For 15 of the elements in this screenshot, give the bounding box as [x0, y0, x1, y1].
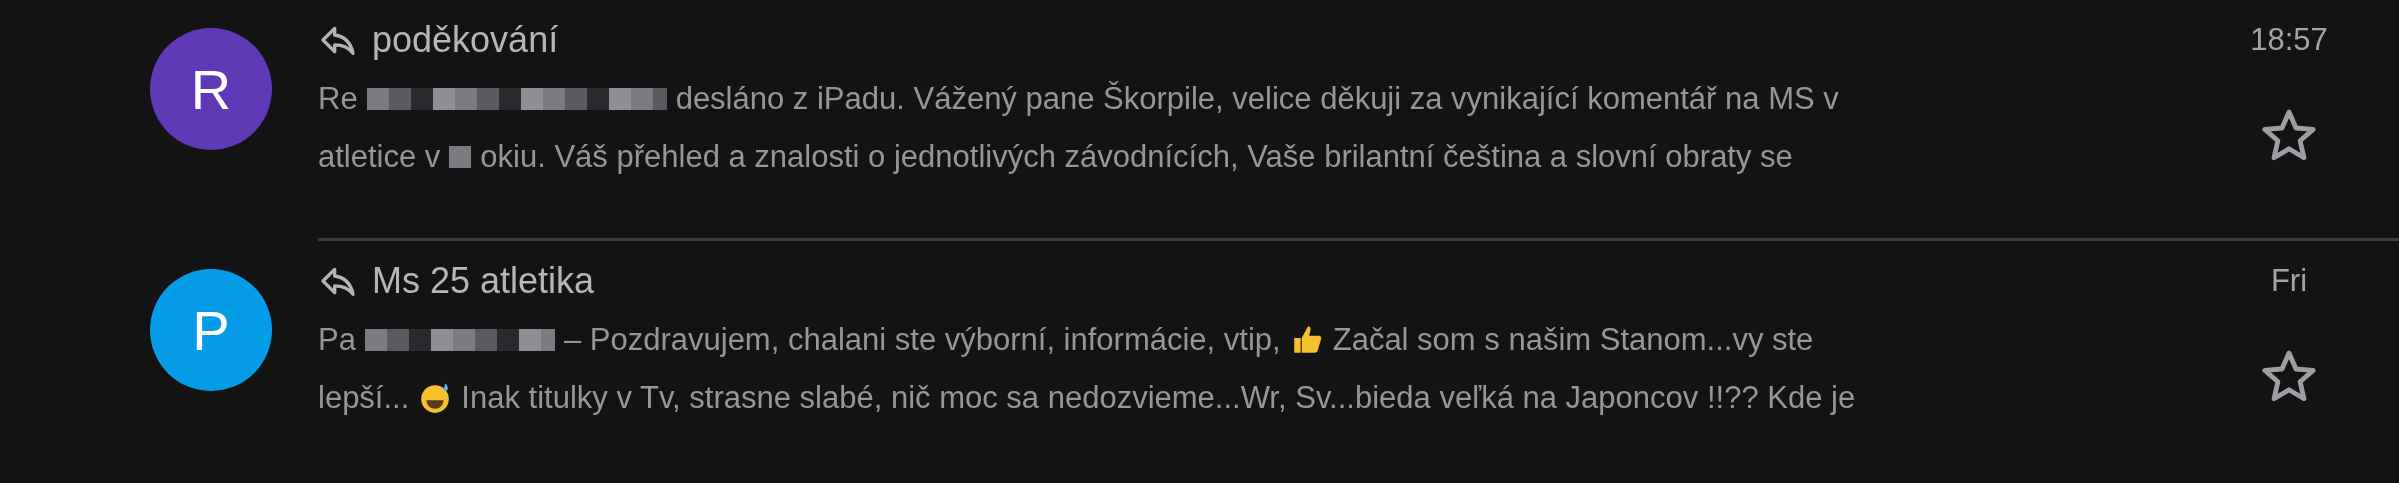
- snippet-text: okiu. Váš přehled a znalosti o jednotlivých závodnících, Vaše brilantní čeština a slovní obraty se: [480, 139, 1793, 175]
- snippet-text: – Pozdravujem, chalani ste výborní, informácie, vtip,: [563, 322, 1281, 358]
- snippet-text: Začal som s našim Stanom...vy ste: [1332, 322, 1814, 358]
- snippet-text: Re: [318, 81, 358, 117]
- snippet-text: Pa: [318, 322, 356, 358]
- snippet-text: Inak titulky v Tv, strasne slabé, nič moc sa nedozvieme...Wr, Sv...bieda veľká na Japoncov !!?? Kde je: [461, 380, 1856, 416]
- snippet-text: atletice v: [318, 139, 441, 175]
- message-subject: poděkování: [372, 19, 559, 61]
- avatar: R: [150, 28, 272, 150]
- snippet-text: desláno z iPadu. Vážený pane Škorpile, velice děkuji za vynikající komentář na MS v: [675, 81, 1839, 117]
- message-time: 18:57: [2250, 21, 2328, 59]
- message-time: Fri: [2270, 262, 2308, 300]
- message-subject: Ms 25 atletika: [372, 260, 595, 302]
- snippet-text: lepší...: [318, 380, 410, 416]
- avatar: P: [150, 269, 272, 391]
